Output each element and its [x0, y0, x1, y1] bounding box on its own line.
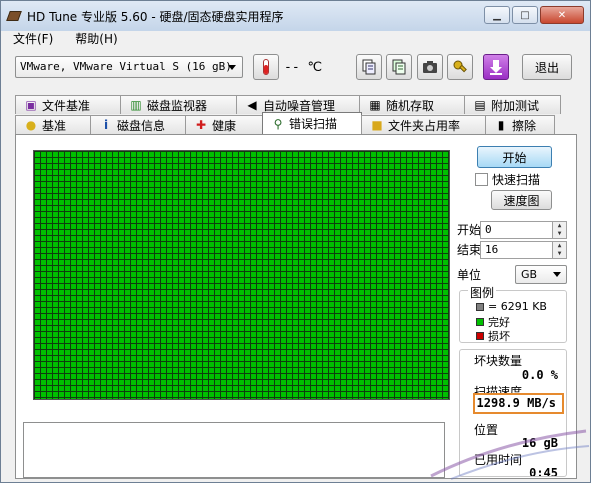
- copy-all-icon: [392, 59, 406, 75]
- unit-select[interactable]: GB: [515, 265, 567, 284]
- spinner-arrows-icon[interactable]: ▲ ▼: [552, 222, 566, 238]
- close-button[interactable]: ✕: [540, 6, 584, 24]
- legend-damaged-text: 损坏: [488, 330, 510, 343]
- save-button[interactable]: [483, 54, 509, 80]
- tab-benchmark[interactable]: ● 基准: [15, 115, 91, 134]
- copy-all-button[interactable]: [386, 54, 412, 80]
- app-window: HD Tune 专业版 5.60 - 硬盘/固态硬盘实用程序 ▁ □ ✕ 文件(…: [0, 0, 591, 483]
- tab-extra-tests[interactable]: ▤ 附加测试: [464, 95, 561, 114]
- menu-help[interactable]: 帮助(H): [75, 31, 117, 49]
- damaged-swatch-icon: [476, 332, 484, 340]
- tab-random-access[interactable]: ▦ 随机存取: [359, 95, 465, 114]
- quick-scan-label: 快速扫描: [492, 173, 541, 187]
- random-access-icon: ▦: [369, 98, 381, 112]
- end-input[interactable]: 16 ▲ ▼: [480, 241, 567, 259]
- legend-damaged: 损坏: [476, 328, 510, 344]
- tab-label: 错误扫描: [289, 117, 338, 131]
- start-input[interactable]: 0 ▲ ▼: [480, 221, 567, 239]
- thermometer-icon: [263, 59, 269, 75]
- legend-block-size-text: = 6291 KB: [488, 300, 547, 313]
- drive-select[interactable]: VMware, VMware Virtual S (16 gB): [15, 56, 243, 78]
- error-scan-panel: 开始 快速扫描 速度图 开始 0 ▲ ▼ 结束 16 ▲ ▼ 单位 GB 图例 = …: [15, 134, 577, 479]
- tab-label: 磁盘信息: [117, 118, 166, 133]
- chevron-down-icon: [228, 65, 236, 70]
- tab-disk-info[interactable]: i 磁盘信息: [90, 115, 186, 134]
- magnifier-icon: ⚲: [273, 116, 283, 131]
- temperature-button[interactable]: [253, 54, 279, 80]
- trash-icon: ▮: [497, 118, 505, 132]
- lightbulb-icon: ●: [25, 118, 37, 132]
- bad-blocks-value: 0.0 %: [521, 368, 558, 382]
- start-scan-button[interactable]: 开始: [477, 146, 552, 168]
- tools-icon: [453, 60, 467, 73]
- screenshot-button[interactable]: [417, 54, 443, 80]
- speed-map-button[interactable]: 速度图: [491, 190, 552, 210]
- legend-block-size: = 6291 KB: [476, 300, 547, 313]
- start-value: 0: [485, 223, 492, 236]
- tab-label: 擦除: [512, 118, 537, 133]
- elapsed-label: 已用时间: [474, 453, 523, 467]
- copy-icon: [362, 59, 376, 75]
- position-label: 位置: [474, 423, 499, 437]
- tab-label: 自动噪音管理: [263, 98, 336, 113]
- menu-bar: 文件(F) 帮助(H): [1, 31, 590, 49]
- chevron-down-icon: [553, 272, 561, 277]
- legend: 图例 = 6291 KB 完好 损坏: [459, 284, 567, 344]
- copy-info-button[interactable]: [356, 54, 382, 80]
- bad-blocks-label: 坏块数量: [474, 354, 523, 368]
- health-cross-icon: ✚: [195, 118, 207, 132]
- good-swatch-icon: [476, 318, 484, 326]
- download-arrow-icon: [490, 60, 502, 75]
- tab-label: 文件基准: [42, 98, 91, 113]
- quick-scan-option[interactable]: 快速扫描: [475, 171, 540, 188]
- scan-speed-value: 1298.9 MB/s: [476, 396, 556, 410]
- options-button[interactable]: [447, 54, 473, 80]
- legend-title: 图例: [468, 284, 497, 301]
- spinner-arrows-icon[interactable]: ▲ ▼: [552, 242, 566, 258]
- window-title: HD Tune 专业版 5.60 - 硬盘/固态硬盘实用程序: [27, 10, 284, 24]
- end-value: 16: [485, 243, 499, 256]
- tab-file-benchmark[interactable]: ▣ 文件基准: [15, 95, 121, 114]
- title-bar[interactable]: HD Tune 专业版 5.60 - 硬盘/固态硬盘实用程序 ▁ □ ✕: [1, 1, 590, 31]
- file-benchmark-icon: ▣: [25, 98, 37, 112]
- tab-folder-usage[interactable]: ■ 文件夹占用率: [361, 115, 486, 134]
- drive-select-value: VMware, VMware Virtual S (16 gB): [20, 60, 232, 73]
- speaker-icon: ◀: [247, 98, 257, 112]
- tab-erase[interactable]: ▮ 擦除: [485, 115, 555, 134]
- tab-label: 基准: [42, 118, 67, 133]
- window-controls: ▁ □ ✕: [484, 6, 584, 24]
- tab-label: 磁盘监视器: [147, 98, 208, 113]
- tab-label: 附加测试: [491, 98, 540, 113]
- minimize-button[interactable]: ▁: [484, 6, 510, 24]
- scan-speed-highlight: 1298.9 MB/s: [473, 393, 564, 414]
- tab-row-bottom: ● 基准 i 磁盘信息 ✚ 健康 ⚲ 错误扫描 ■ 文件夹占用率 ▮ 擦除: [15, 112, 555, 134]
- end-label: 结束: [457, 243, 482, 257]
- info-icon: i: [103, 118, 109, 132]
- block-map: [33, 150, 450, 400]
- tab-label: 健康: [212, 118, 237, 133]
- app-logo-icon: [6, 11, 22, 21]
- exit-button[interactable]: 退出: [522, 54, 572, 80]
- tab-error-scan[interactable]: ⚲ 错误扫描: [262, 112, 362, 134]
- tab-health[interactable]: ✚ 健康: [185, 115, 263, 134]
- disk-monitor-icon: ▥: [130, 98, 142, 112]
- unit-label: 单位: [457, 268, 482, 282]
- elapsed-value: 0:45: [529, 466, 558, 477]
- unit-value: GB: [521, 268, 538, 281]
- temperature-readout: -- ℃: [284, 60, 323, 75]
- menu-file[interactable]: 文件(F): [13, 31, 53, 49]
- start-label: 开始: [457, 223, 482, 237]
- toolbar: VMware, VMware Virtual S (16 gB) -- ℃ 退出: [1, 50, 590, 86]
- scan-log[interactable]: [23, 422, 445, 478]
- tab-label: 文件夹占用率: [388, 118, 461, 133]
- block-swatch-icon: [476, 302, 484, 311]
- extra-tests-icon: ▤: [474, 98, 486, 112]
- folder-icon: ■: [371, 118, 383, 132]
- position-value: 16 gB: [521, 436, 558, 450]
- maximize-button[interactable]: □: [512, 6, 538, 24]
- camera-icon: [423, 61, 437, 73]
- quick-scan-checkbox[interactable]: [475, 173, 488, 186]
- tab-label: 随机存取: [386, 98, 435, 113]
- tab-disk-monitor[interactable]: ▥ 磁盘监视器: [120, 95, 237, 114]
